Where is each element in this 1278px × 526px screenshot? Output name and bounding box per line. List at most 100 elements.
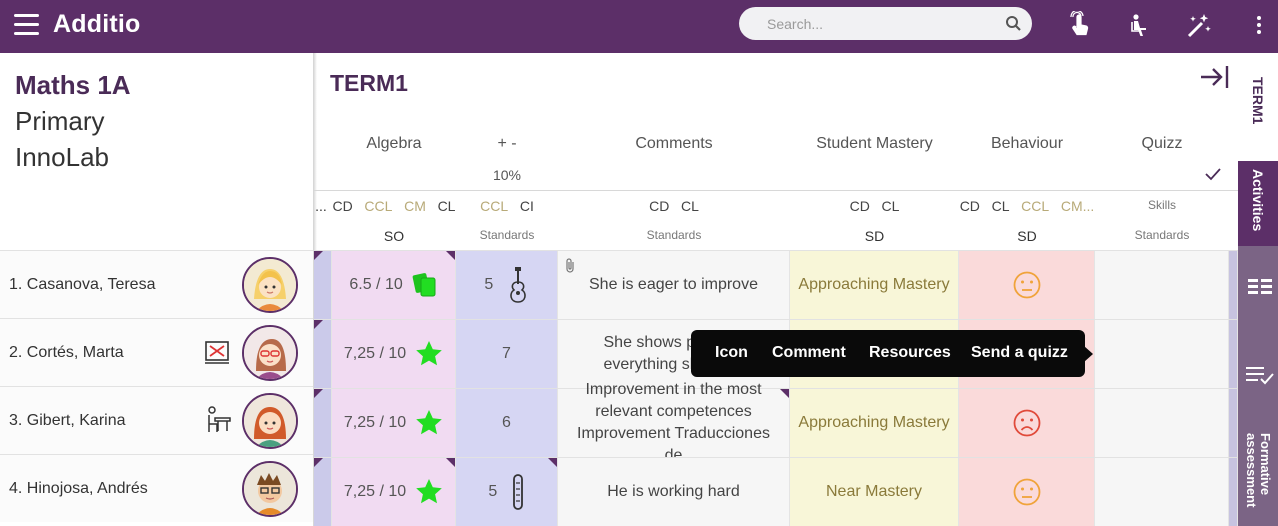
avatar[interactable] (242, 325, 298, 381)
grades-grid: 6.5 / 10 5 She is eager to improve Appro… (314, 250, 1238, 526)
grade-cell[interactable]: 7,25 / 10 (332, 458, 456, 526)
comment-cell[interactable]: He is working hard (558, 458, 790, 526)
cell-marker (314, 320, 323, 329)
mastery-cell[interactable]: Approaching Mastery (790, 389, 959, 457)
magic-wand-icon[interactable] (1183, 11, 1213, 41)
seated-desk-icon (208, 406, 231, 432)
grade-cell[interactable]: 5 (456, 251, 558, 319)
competences-behaviour: CD CL CCL CM... (959, 198, 1095, 214)
comment-cell[interactable]: Improvement in the most relevant compete… (558, 381, 790, 464)
grade-cell[interactable] (314, 389, 332, 457)
column-header-student-mastery[interactable]: Student Mastery (790, 135, 959, 153)
grade-value: 7,25 / 10 (343, 345, 407, 362)
class-level: Primary (15, 106, 105, 136)
touch-icon[interactable] (1064, 11, 1094, 41)
competences-quizz: Skills (1147, 198, 1176, 212)
competence-tag: CD (332, 198, 353, 214)
check-icon[interactable] (1204, 167, 1222, 181)
menu-item-comment[interactable]: Comment (772, 344, 846, 362)
avatar[interactable] (242, 257, 298, 313)
column-header-comments[interactable]: Comments (558, 135, 790, 153)
grade-cell[interactable]: 7 (456, 320, 558, 388)
tab-formative-assessment[interactable]: Formative assessment (1238, 421, 1278, 526)
evaluation-type: Standards (1134, 228, 1190, 242)
menu-icon[interactable] (14, 14, 39, 36)
grade-cell[interactable]: 5 (456, 458, 558, 526)
seat-icon[interactable] (1124, 11, 1154, 41)
grade-cell[interactable]: 6.5 / 10 (332, 251, 456, 319)
comment-cell[interactable]: She is eager to improve (558, 251, 790, 319)
student-row[interactable]: 4. Hinojosa, Andrés (0, 454, 313, 522)
gradebook: TERM1 Algebra + - 10% Comments Student M… (314, 53, 1238, 526)
grade-cell[interactable] (314, 458, 332, 526)
grade-cell[interactable] (1229, 251, 1238, 319)
comment-text: She is eager to improve (589, 276, 758, 293)
mastery-text: Approaching Mastery (798, 276, 950, 293)
behaviour-cell[interactable] (959, 458, 1095, 526)
search-input[interactable] (739, 7, 999, 40)
tab-label: TERM1 (1250, 77, 1266, 125)
class-name: Maths 1A (15, 70, 131, 100)
mastery-cell[interactable]: Near Mastery (790, 458, 959, 526)
competence-tag: CD (649, 198, 670, 214)
column-header-plus-minus[interactable]: + - (456, 135, 558, 153)
grade-cell[interactable] (1229, 389, 1238, 457)
tab-activities[interactable]: Activities (1238, 161, 1278, 246)
grade-cell[interactable] (1229, 320, 1238, 388)
competence-ellipsis: ... (315, 198, 327, 214)
guitar-icon (509, 267, 526, 303)
search-icon[interactable] (1005, 15, 1022, 32)
collapse-panel-icon[interactable] (1199, 63, 1231, 91)
quizz-cell[interactable] (1095, 389, 1229, 457)
app-logo[interactable]: Additio (53, 10, 140, 39)
top-bar: Additio (0, 0, 1278, 53)
menu-item-icon[interactable]: Icon (715, 344, 748, 362)
menu-item-resources[interactable]: Resources (869, 344, 951, 362)
student-row[interactable]: 2. Cortés, Marta (0, 318, 313, 386)
grade-cell[interactable] (314, 320, 332, 388)
mastery-text: Approaching Mastery (798, 414, 950, 431)
class-title[interactable]: Maths 1A Primary InnoLab (15, 67, 131, 175)
more-vert-icon[interactable] (1244, 11, 1274, 41)
attachment-icon[interactable] (564, 257, 576, 273)
tab-view-columns[interactable] (1238, 253, 1278, 319)
avatar[interactable] (242, 461, 298, 517)
grade-value: 5 (488, 483, 498, 500)
grade-cell[interactable]: 7,25 / 10 (332, 389, 456, 457)
columns-icon (1248, 277, 1272, 297)
tab-term1[interactable]: TERM1 (1238, 53, 1278, 161)
column-header-algebra[interactable]: Algebra (332, 135, 456, 153)
student-name: 3. Gibert, Karina (9, 412, 126, 429)
competence-tag: CM... (1060, 198, 1095, 214)
grade-value: 5 (484, 276, 494, 293)
student-row[interactable]: 1. Casanova, Teresa (0, 250, 313, 318)
green-star-icon (416, 410, 442, 435)
student-row[interactable]: 3. Gibert, Karina (0, 386, 313, 454)
quizz-cell[interactable] (1095, 458, 1229, 526)
grade-cell[interactable]: 6 (456, 389, 558, 457)
behaviour-cell[interactable] (959, 251, 1095, 319)
avatar[interactable] (242, 393, 298, 449)
tab-label: Formative assessment (1244, 433, 1273, 508)
cell-marker (548, 458, 557, 467)
grade-cell[interactable] (314, 251, 332, 319)
grade-cell[interactable] (1229, 458, 1238, 526)
competence-tag: CL (881, 198, 900, 214)
behaviour-cell[interactable] (959, 389, 1095, 457)
column-header-behaviour[interactable]: Behaviour (959, 135, 1095, 153)
checklist-icon (1246, 367, 1274, 385)
mastery-cell[interactable]: Approaching Mastery (790, 251, 959, 319)
menu-item-send-quizz[interactable]: Send a quizz (971, 344, 1068, 362)
neutral-face-icon (1013, 271, 1040, 299)
table-row: 7,25 / 10 6 Improvement in the most rele… (314, 381, 1238, 464)
column-header-quizz[interactable]: Quizz (1095, 135, 1229, 153)
competence-tag: CI (519, 198, 534, 214)
cell-marker (446, 458, 455, 467)
sad-face-icon (1013, 409, 1040, 437)
grade-value: 6.5 / 10 (349, 276, 403, 293)
student-name: 2. Cortés, Marta (9, 344, 124, 361)
grade-cell[interactable]: 7,25 / 10 (332, 320, 456, 388)
quizz-cell[interactable] (1095, 320, 1229, 388)
tab-checklist[interactable] (1238, 343, 1278, 409)
quizz-cell[interactable] (1095, 251, 1229, 319)
